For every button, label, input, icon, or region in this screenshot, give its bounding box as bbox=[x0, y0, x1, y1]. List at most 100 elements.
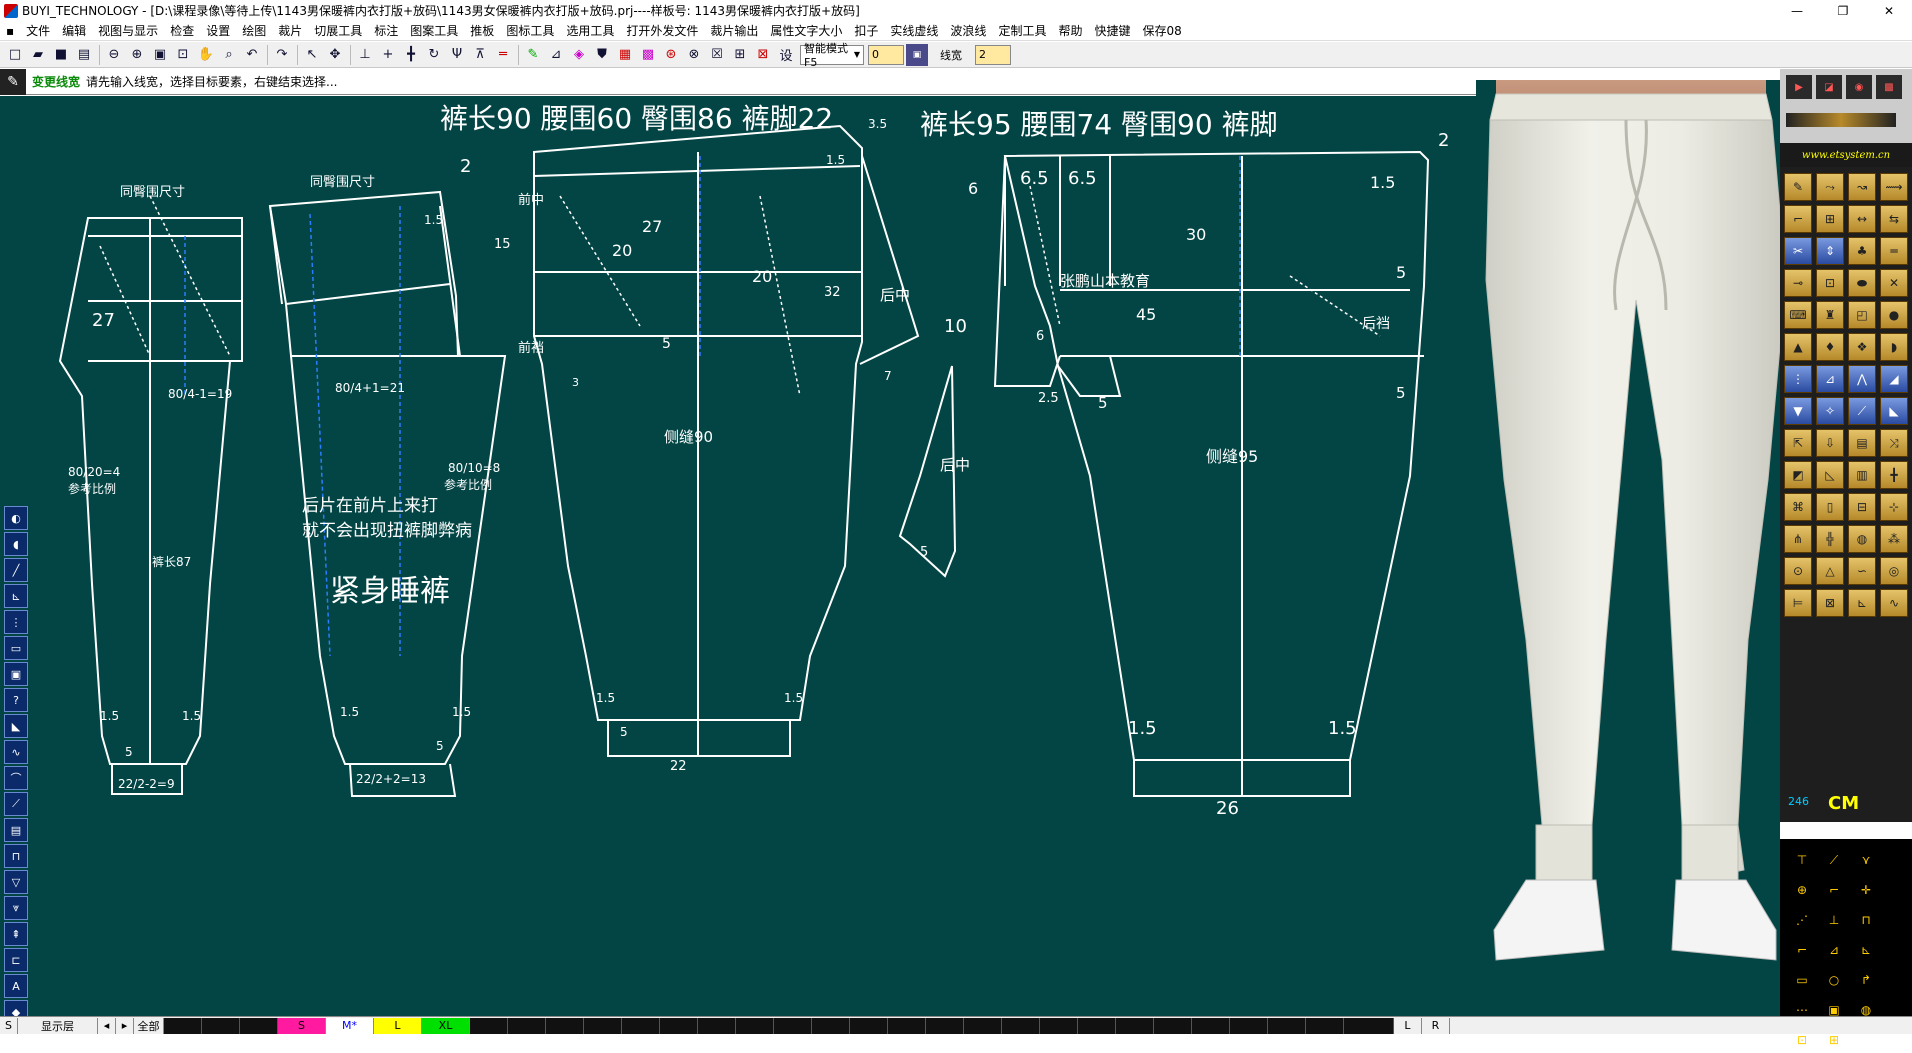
color-grid-icon[interactable]: ▩ bbox=[637, 44, 659, 66]
stamp-icon[interactable]: ⊠ bbox=[752, 44, 774, 66]
line-tool-icon[interactable]: ╱ bbox=[4, 558, 28, 582]
value-input[interactable]: 0 bbox=[868, 44, 904, 65]
tool-18-icon[interactable]: ♜ bbox=[1816, 301, 1844, 329]
tool-45-icon[interactable]: ⋔ bbox=[1784, 525, 1812, 553]
tool-13-icon[interactable]: ⊸ bbox=[1784, 269, 1812, 297]
tool-52-icon[interactable]: ◎ bbox=[1880, 557, 1908, 585]
tool-10-icon[interactable]: ⇕ bbox=[1816, 237, 1844, 265]
size-slot[interactable] bbox=[1344, 1017, 1394, 1034]
tool-54-icon[interactable]: ⊠ bbox=[1816, 589, 1844, 617]
menu-settings[interactable]: 设置 bbox=[200, 22, 236, 39]
tool-14-icon[interactable]: ⊡ bbox=[1816, 269, 1844, 297]
size-slot[interactable] bbox=[1116, 1017, 1154, 1034]
text-icon[interactable]: A bbox=[4, 974, 28, 998]
expand-icon[interactable]: ⊞ bbox=[729, 44, 751, 66]
menu-attr-text-size[interactable]: 属性文字大小 bbox=[764, 22, 848, 39]
tool-47-icon[interactable]: ◍ bbox=[1848, 525, 1876, 553]
menu-buttons[interactable]: 扣子 bbox=[848, 22, 884, 39]
point-tool-icon[interactable]: ◐ bbox=[4, 506, 28, 530]
menu-save08[interactable]: 保存08 bbox=[1136, 22, 1187, 39]
open-file-icon[interactable]: ▰ bbox=[27, 44, 49, 66]
tool-29-icon[interactable]: ▼ bbox=[1784, 397, 1812, 425]
menu-pattern-tools[interactable]: 图案工具 bbox=[404, 22, 464, 39]
export-icon[interactable]: ▩ bbox=[1876, 75, 1902, 99]
palette-icon[interactable]: ◉ bbox=[1846, 75, 1872, 99]
menu-wavy-line[interactable]: 波浪线 bbox=[944, 22, 992, 39]
tool-12-icon[interactable]: ═ bbox=[1880, 237, 1908, 265]
point-icon[interactable]: ⊗ bbox=[683, 44, 705, 66]
pattern-icon[interactable]: ▣ bbox=[906, 43, 928, 66]
tool-33-icon[interactable]: ⇱ bbox=[1784, 429, 1812, 457]
mirror-icon[interactable]: Ψ bbox=[446, 44, 468, 66]
square-icon[interactable]: ▣ bbox=[4, 662, 28, 686]
tag-icon[interactable]: ◆ bbox=[4, 1000, 28, 1016]
size-slot[interactable] bbox=[660, 1017, 698, 1034]
dart-icon[interactable]: ▽ bbox=[4, 870, 28, 894]
tool-27-icon[interactable]: ⋀ bbox=[1848, 365, 1876, 393]
flip-icon[interactable]: ⊼ bbox=[469, 44, 491, 66]
tool-37-icon[interactable]: ◩ bbox=[1784, 461, 1812, 489]
unit-cm[interactable]: CM bbox=[1828, 793, 1859, 814]
tool-32-icon[interactable]: ◣ bbox=[1880, 397, 1908, 425]
split-icon[interactable]: ⋮ bbox=[4, 610, 28, 634]
size-slot[interactable] bbox=[1078, 1017, 1116, 1034]
snap-5-icon[interactable]: ⌐ bbox=[1820, 877, 1848, 903]
size-slot[interactable] bbox=[546, 1017, 584, 1034]
tool-23-icon[interactable]: ❖ bbox=[1848, 333, 1876, 361]
snap-10-icon[interactable]: ⌐ bbox=[1788, 937, 1816, 963]
size-s[interactable]: S bbox=[278, 1017, 326, 1034]
menu-pieces[interactable]: 裁片 bbox=[272, 22, 308, 39]
size-slot[interactable] bbox=[888, 1017, 926, 1034]
pleat-icon[interactable]: ⩔ bbox=[4, 896, 28, 920]
layer-next-button[interactable]: ▸ bbox=[116, 1017, 134, 1034]
save-as-icon[interactable]: ▤ bbox=[73, 44, 95, 66]
piece-icon[interactable]: ◈ bbox=[568, 44, 590, 66]
seam-icon[interactable]: ⊏ bbox=[4, 948, 28, 972]
size-slot[interactable] bbox=[1306, 1017, 1344, 1034]
tool-48-icon[interactable]: ⁂ bbox=[1880, 525, 1908, 553]
tool-28-icon[interactable]: ◢ bbox=[1880, 365, 1908, 393]
settings-label[interactable]: 设 bbox=[775, 44, 797, 66]
layout-icon[interactable]: ▦ bbox=[614, 44, 636, 66]
size-slot[interactable] bbox=[622, 1017, 660, 1034]
snap-6-icon[interactable]: ✛ bbox=[1852, 877, 1880, 903]
arc-icon[interactable]: ⌒ bbox=[4, 766, 28, 790]
size-slot[interactable] bbox=[850, 1017, 888, 1034]
tool-49-icon[interactable]: ⊙ bbox=[1784, 557, 1812, 585]
pen-icon[interactable]: ✎ bbox=[522, 44, 544, 66]
tool-46-icon[interactable]: ╬ bbox=[1816, 525, 1844, 553]
size-slot[interactable] bbox=[774, 1017, 812, 1034]
menu-help[interactable]: 帮助 bbox=[1052, 22, 1088, 39]
menu-file[interactable]: 文件 bbox=[20, 22, 56, 39]
size-slot[interactable] bbox=[164, 1017, 202, 1034]
size-slot[interactable] bbox=[1192, 1017, 1230, 1034]
snap-3-icon[interactable]: ⋎ bbox=[1852, 847, 1880, 873]
size-slot[interactable] bbox=[926, 1017, 964, 1034]
right-side-button[interactable]: R bbox=[1422, 1017, 1450, 1034]
tool-6-icon[interactable]: ⊞ bbox=[1816, 205, 1844, 233]
pan-hand-icon[interactable]: ✋ bbox=[195, 44, 217, 66]
select-arrow-icon[interactable]: ↖ bbox=[301, 44, 323, 66]
line-color-icon[interactable]: ═ bbox=[492, 44, 514, 66]
redo-icon[interactable]: ↷ bbox=[271, 44, 293, 66]
snap-8-icon[interactable]: ⊥ bbox=[1820, 907, 1848, 933]
tool-55-icon[interactable]: ⊾ bbox=[1848, 589, 1876, 617]
grade-icon[interactable]: ⛊ bbox=[591, 44, 613, 66]
tool-7-icon[interactable]: ↔ bbox=[1848, 205, 1876, 233]
snap-11-icon[interactable]: ⊿ bbox=[1820, 937, 1848, 963]
layer-label[interactable]: 显示层 bbox=[18, 1017, 98, 1034]
flag-icon[interactable]: ▶ bbox=[1786, 75, 1812, 99]
system-menu-icon[interactable]: ▪ bbox=[0, 24, 20, 38]
snap-4-icon[interactable]: ⊕ bbox=[1788, 877, 1816, 903]
tool-56-icon[interactable]: ∿ bbox=[1880, 589, 1908, 617]
snap-12-icon[interactable]: ⊾ bbox=[1852, 937, 1880, 963]
tool-17-icon[interactable]: ⌨ bbox=[1784, 301, 1812, 329]
tool-2-icon[interactable]: ⤳ bbox=[1816, 173, 1844, 201]
layer-prev-button[interactable]: ◂ bbox=[98, 1017, 116, 1034]
tool-24-icon[interactable]: ◗ bbox=[1880, 333, 1908, 361]
menu-grading[interactable]: 推板 bbox=[464, 22, 500, 39]
tool-40-icon[interactable]: ╋ bbox=[1880, 461, 1908, 489]
size-slot[interactable] bbox=[240, 1017, 278, 1034]
snap-2-icon[interactable]: ⟋ bbox=[1820, 847, 1848, 873]
undo-icon[interactable]: ↶ bbox=[241, 44, 263, 66]
